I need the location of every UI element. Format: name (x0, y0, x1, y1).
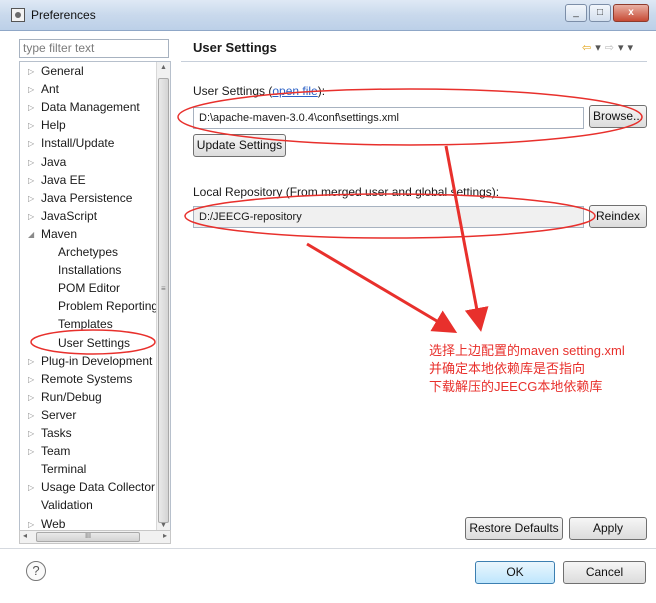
annotation-overlay (30, 88, 643, 355)
settings-path-highlight (177, 88, 643, 146)
user-settings-highlight (30, 329, 156, 355)
local-repo-highlight (184, 193, 596, 239)
arrow-to-note (306, 242, 458, 334)
